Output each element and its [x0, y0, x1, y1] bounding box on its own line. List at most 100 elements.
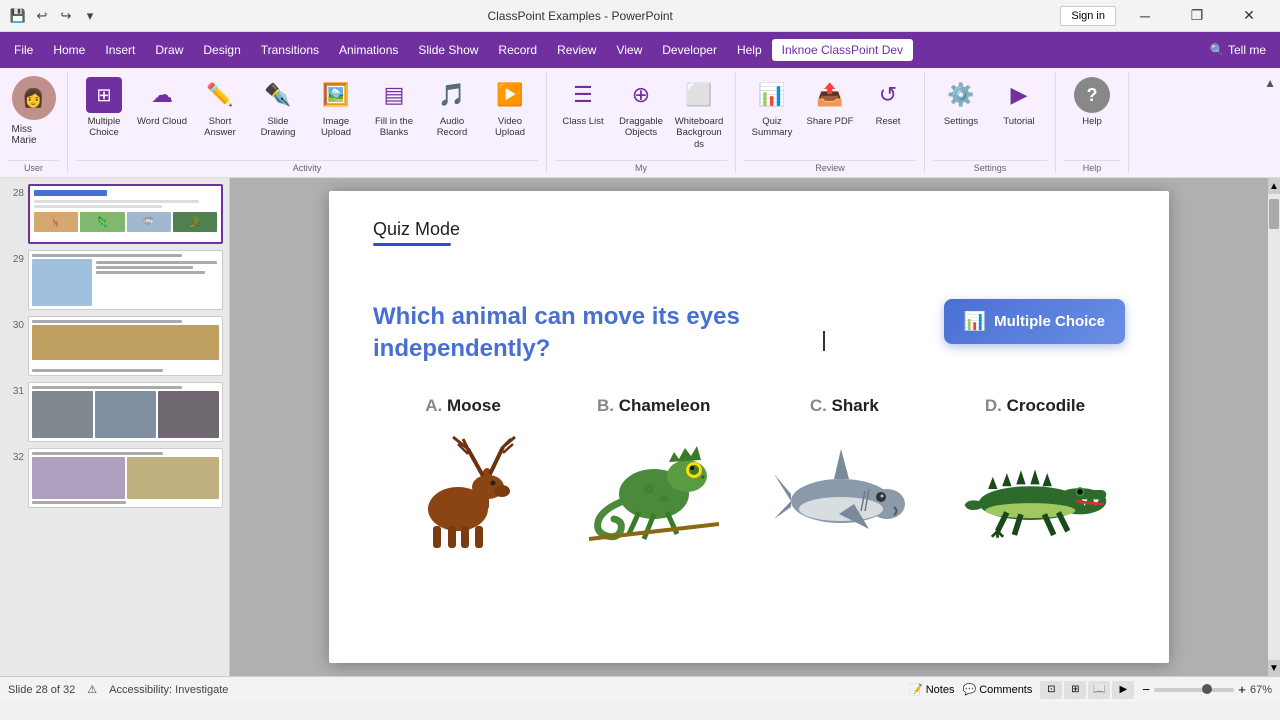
ribbon-my-section: ☰ Class List ⊕ Draggable Objects ⬜ White…: [547, 72, 736, 173]
slide-canvas[interactable]: Quiz Mode 📊 Multiple Choice Which animal…: [329, 191, 1169, 663]
answer-a: A. Moose: [373, 396, 553, 554]
menu-record[interactable]: Record: [488, 39, 547, 61]
normal-view-button[interactable]: ⊡: [1040, 681, 1062, 699]
whiteboard-bg-button[interactable]: ⬜ Whiteboard Backgrounds: [671, 72, 727, 155]
draggable-objects-button[interactable]: ⊕ Draggable Objects: [613, 72, 669, 144]
menu-transitions[interactable]: Transitions: [251, 39, 329, 61]
slide-thumb-32[interactable]: [28, 448, 223, 508]
slide-panel[interactable]: 28 🦌 🦎 🦈 🐊 29: [0, 178, 230, 676]
help-button[interactable]: ? Help: [1064, 72, 1120, 144]
undo-button[interactable]: ↩: [32, 6, 52, 26]
menu-insert[interactable]: Insert: [95, 39, 145, 61]
comments-button[interactable]: 💬 Comments: [962, 683, 1032, 696]
audio-record-button[interactable]: 🎵 Audio Record: [424, 72, 480, 144]
quiz-mode-label: Quiz Mode: [373, 219, 460, 240]
collapse-ribbon-button[interactable]: ▲: [1264, 76, 1276, 90]
slide-thumb-content-30: [29, 317, 222, 375]
mc-button-label: Multiple Choice: [994, 313, 1105, 330]
slide-item-32[interactable]: 32: [4, 446, 225, 510]
slide-item-30[interactable]: 30: [4, 314, 225, 378]
multiple-choice-slide-button[interactable]: 📊 Multiple Choice: [944, 299, 1125, 344]
multiple-choice-button[interactable]: ⊞ Multiple Choice: [76, 72, 132, 144]
class-list-label: Class List: [562, 116, 603, 127]
slide-item-31[interactable]: 31: [4, 380, 225, 444]
settings-icon: ⚙️: [943, 77, 979, 113]
redo-button[interactable]: ↪: [56, 6, 76, 26]
share-pdf-button[interactable]: 📤 Share PDF: [802, 72, 858, 144]
reset-button[interactable]: ↺ Reset: [860, 72, 916, 144]
close-button[interactable]: ✕: [1226, 0, 1272, 32]
menu-animations[interactable]: Animations: [329, 39, 408, 61]
menu-home[interactable]: Home: [43, 39, 95, 61]
user-button[interactable]: 👩 Miss Marie: [4, 72, 64, 150]
menu-slideshow[interactable]: Slide Show: [408, 39, 488, 61]
slide-sorter-button[interactable]: ⊞: [1064, 681, 1086, 699]
menu-review[interactable]: Review: [547, 39, 606, 61]
minimize-button[interactable]: ─: [1122, 0, 1168, 32]
customize-qat-button[interactable]: ▾: [80, 6, 100, 26]
short-answer-button[interactable]: ✏️ Short Answer: [192, 72, 248, 144]
answers-row: A. Moose: [373, 396, 1125, 554]
image-upload-label: Image Upload: [311, 116, 361, 139]
help-buttons: ? Help: [1064, 72, 1120, 160]
quiz-summary-button[interactable]: 📊 Quiz Summary: [744, 72, 800, 144]
zoom-level: 67%: [1250, 684, 1272, 696]
zoom-slider[interactable]: [1154, 688, 1234, 692]
image-upload-button[interactable]: 🖼️ Image Upload: [308, 72, 364, 144]
fill-blanks-button[interactable]: ▤ Fill in the Blanks: [366, 72, 422, 144]
answer-b-letter: B.: [597, 396, 619, 415]
menu-developer[interactable]: Developer: [652, 39, 727, 61]
draggable-objects-label: Draggable Objects: [616, 116, 666, 139]
answer-d-letter: D.: [985, 396, 1007, 415]
accessibility-label[interactable]: Accessibility: Investigate: [109, 684, 228, 696]
menu-design[interactable]: Design: [193, 39, 250, 61]
scroll-up-button[interactable]: ▲: [1268, 178, 1280, 194]
notes-label: Notes: [926, 684, 955, 696]
menu-view[interactable]: View: [606, 39, 652, 61]
ribbon-collapse-area: ▲: [1260, 72, 1280, 173]
slide-drawing-button[interactable]: ✒️ Slide Drawing: [250, 72, 306, 144]
slideshow-button[interactable]: ▶: [1112, 681, 1134, 699]
class-list-button[interactable]: ☰ Class List: [555, 72, 611, 144]
help-label: Help: [1082, 116, 1102, 127]
bar-chart-icon: 📊: [964, 311, 986, 332]
zoom-in-button[interactable]: +: [1238, 682, 1246, 697]
menu-classpoint[interactable]: Inknoe ClassPoint Dev: [772, 39, 913, 61]
scroll-thumb[interactable]: [1269, 199, 1279, 229]
crocodile-svg: [960, 434, 1110, 544]
word-cloud-label: Word Cloud: [137, 116, 187, 127]
menu-draw[interactable]: Draw: [145, 39, 193, 61]
scroll-down-button[interactable]: ▼: [1268, 660, 1280, 676]
notes-button[interactable]: 📝 Notes: [909, 683, 954, 696]
slide-item-28[interactable]: 28 🦌 🦎 🦈 🐊: [4, 182, 225, 246]
multiple-choice-label: Multiple Choice: [79, 116, 129, 139]
moose-svg: [393, 429, 533, 549]
restore-button[interactable]: ❐: [1174, 0, 1220, 32]
answer-b: B. Chameleon: [564, 396, 744, 554]
activity-buttons: ⊞ Multiple Choice ☁ Word Cloud ✏️ Short …: [76, 72, 538, 160]
tutorial-button[interactable]: ▶ Tutorial: [991, 72, 1047, 144]
save-button[interactable]: 💾: [8, 6, 28, 26]
slide-number-31: 31: [6, 386, 24, 397]
accessibility-icon: ⚠: [87, 683, 97, 696]
slide-thumb-31[interactable]: [28, 382, 223, 442]
zoom-out-button[interactable]: −: [1142, 682, 1150, 697]
settings-button[interactable]: ⚙️ Settings: [933, 72, 989, 144]
slide-thumb-30[interactable]: [28, 316, 223, 376]
menu-file[interactable]: File: [4, 39, 43, 61]
menu-tellme[interactable]: 🔍 Tell me: [1200, 39, 1276, 61]
shark-image: [769, 424, 919, 554]
word-cloud-button[interactable]: ☁ Word Cloud: [134, 72, 190, 144]
slide-item-29[interactable]: 29: [4, 248, 225, 312]
comments-icon: 💬: [962, 683, 976, 696]
slide-thumb-28[interactable]: 🦌 🦎 🦈 🐊: [28, 184, 223, 244]
menu-help[interactable]: Help: [727, 39, 772, 61]
sign-in-button[interactable]: Sign in: [1060, 6, 1116, 26]
ribbon: 👩 Miss Marie User ⊞ Multiple Choice ☁ Wo…: [0, 68, 1280, 178]
slide-thumb-29[interactable]: [28, 250, 223, 310]
video-upload-icon: ▶️: [492, 77, 528, 113]
vertical-scrollbar[interactable]: ▲ ▼: [1268, 178, 1280, 676]
video-upload-button[interactable]: ▶️ Video Upload: [482, 72, 538, 144]
reading-view-button[interactable]: 📖: [1088, 681, 1110, 699]
ribbon-help-section: ? Help Help: [1056, 72, 1129, 173]
